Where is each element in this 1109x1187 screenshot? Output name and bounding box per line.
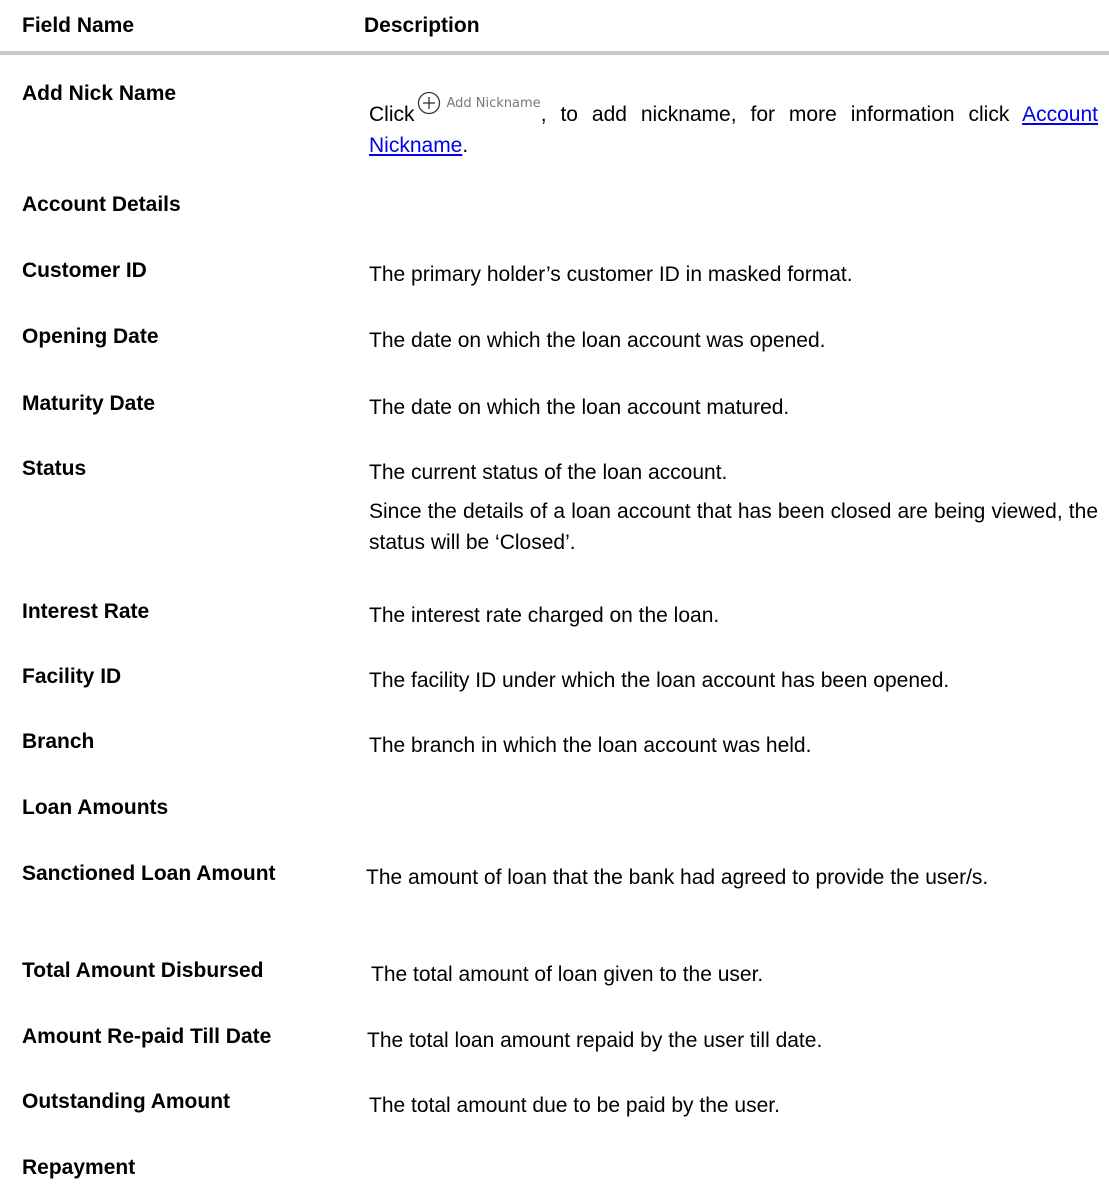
plus-circle-icon — [417, 91, 440, 115]
field-label: Add Nick Name — [22, 82, 177, 105]
end-text: . — [462, 134, 469, 157]
field-label: Opening Date — [22, 325, 159, 348]
field-description: Click Add Nickname, to add nickname, for … — [369, 90, 1098, 161]
field-description: The amount of loan that the bank had agr… — [366, 862, 1098, 893]
field-description: The date on which the loan account was o… — [369, 325, 1098, 356]
field-label: Amount Re-paid Till Date — [22, 1025, 272, 1048]
after-button-text: , to add nickname, for more information … — [540, 103, 1023, 126]
field-description: The total loan amount repaid by the user… — [367, 1025, 1098, 1056]
click-text: Click — [369, 103, 415, 126]
description-text: The date on which the loan account was o… — [369, 329, 826, 352]
field-label: Status — [22, 457, 87, 480]
field-description: The facility ID under which the loan acc… — [369, 665, 1098, 696]
description-text: The total amount due to be paid by the u… — [369, 1094, 780, 1117]
field-description: The branch in which the loan account was… — [369, 730, 1098, 761]
section-heading: Account Details — [22, 193, 181, 216]
description-text: The total amount of loan given to the us… — [371, 963, 764, 986]
description-text: The date on which the loan account matur… — [369, 396, 790, 419]
field-label: Interest Rate — [22, 600, 150, 623]
description-text: The interest rate charged on the loan. — [369, 604, 720, 627]
field-label: Outstanding Amount — [22, 1090, 231, 1113]
field-description: The current status of the loan account. … — [369, 457, 1098, 558]
description-text: The branch in which the loan account was… — [369, 734, 812, 757]
field-description: The interest rate charged on the loan. — [369, 600, 1098, 631]
description-header: Description — [364, 14, 480, 37]
section-heading: Repayment — [22, 1156, 136, 1179]
add-nickname-button[interactable]: Add Nickname — [417, 90, 541, 116]
add-nickname-button-label: Add Nickname — [446, 95, 541, 111]
field-label: Facility ID — [22, 665, 122, 688]
description-text: The total loan amount repaid by the user… — [367, 1029, 823, 1052]
description-text: The current status of the loan account. — [369, 461, 728, 484]
field-label: Maturity Date — [22, 392, 156, 415]
section-heading: Loan Amounts — [22, 796, 169, 819]
description-text: Since the details of a loan account that… — [369, 500, 1098, 554]
description-text: The facility ID under which the loan acc… — [369, 669, 950, 692]
field-name-header: Field Name — [22, 14, 135, 37]
table-header: Field Name Description — [0, 0, 1109, 50]
field-label: Total Amount Disbursed — [22, 959, 264, 982]
field-description: The total amount due to be paid by the u… — [369, 1090, 1098, 1121]
header-divider — [0, 51, 1109, 55]
field-description: The primary holder’s customer ID in mask… — [369, 259, 1098, 290]
field-label: Sanctioned Loan Amount — [22, 862, 276, 885]
field-label: Branch — [22, 730, 95, 753]
field-description: The date on which the loan account matur… — [369, 392, 1098, 423]
description-text: The primary holder’s customer ID in mask… — [369, 263, 853, 286]
field-description: The total amount of loan given to the us… — [371, 959, 1098, 990]
field-label: Customer ID — [22, 259, 147, 282]
description-text: The amount of loan that the bank had agr… — [366, 866, 989, 889]
